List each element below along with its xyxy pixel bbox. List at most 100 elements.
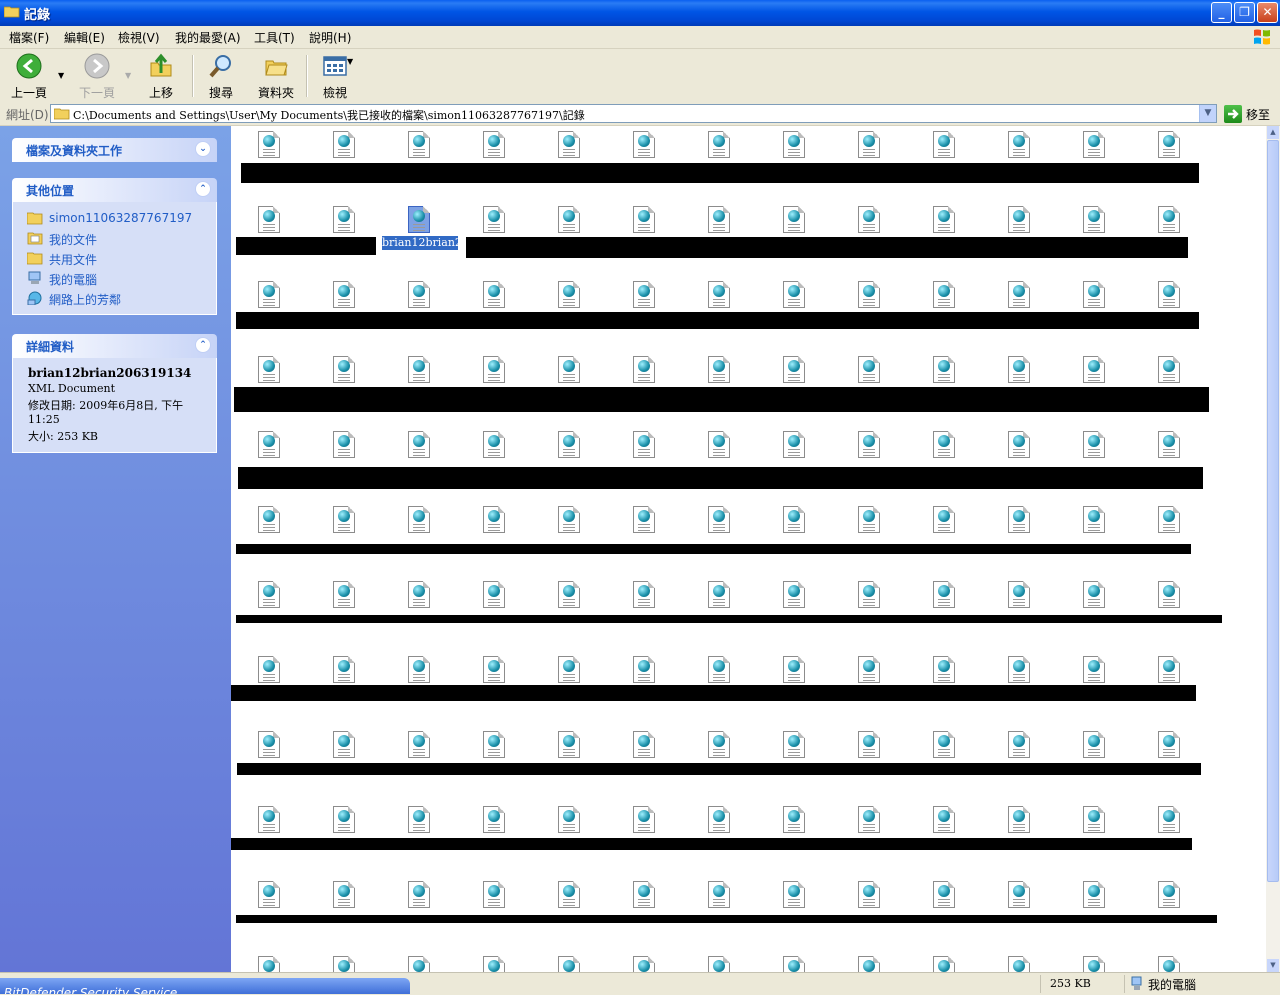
file-item[interactable] <box>240 431 300 471</box>
file-item[interactable] <box>1140 431 1200 471</box>
close-button[interactable]: ✕ <box>1257 2 1278 23</box>
xml-document-icon <box>1158 281 1180 308</box>
minimize-button[interactable]: _ <box>1211 2 1232 23</box>
search-icon <box>209 55 231 78</box>
file-item[interactable] <box>540 506 600 546</box>
forward-arrow-icon <box>84 53 110 79</box>
file-item[interactable] <box>615 506 675 546</box>
xml-document-icon <box>333 281 355 308</box>
place-item[interactable]: 共用文件 <box>27 248 216 268</box>
file-item[interactable] <box>615 956 675 972</box>
file-item[interactable] <box>240 956 300 972</box>
taskbar-notification[interactable]: BitDefender Security Service <box>0 978 410 994</box>
details-header[interactable]: 詳細資料 ⌃ <box>12 334 217 358</box>
back-dropdown-icon[interactable]: ▼ <box>58 71 64 80</box>
xml-document-icon <box>858 956 880 972</box>
scroll-down-icon[interactable]: ▼ <box>1267 959 1279 972</box>
file-item-selected[interactable]: brian12brian206319134 <box>382 206 518 250</box>
address-input[interactable]: C:\Documents and Settings\User\My Docume… <box>50 104 1217 123</box>
up-button[interactable]: 上移 <box>146 53 176 101</box>
maximize-button[interactable]: ❐ <box>1234 2 1255 23</box>
file-item[interactable] <box>690 506 750 546</box>
views-dropdown-icon[interactable]: ▼ <box>347 57 353 66</box>
file-item[interactable] <box>465 431 525 471</box>
file-item[interactable] <box>765 956 825 972</box>
file-item[interactable] <box>315 506 375 546</box>
file-item[interactable] <box>840 956 900 972</box>
xml-document-icon <box>483 356 505 383</box>
scroll-up-icon[interactable]: ▲ <box>1267 126 1279 139</box>
xml-document-icon <box>258 881 280 908</box>
go-button[interactable]: 移至 <box>1224 105 1276 123</box>
file-item[interactable] <box>840 506 900 546</box>
file-item[interactable] <box>765 431 825 471</box>
menu-file[interactable]: 檔案(F) <box>9 29 49 46</box>
xml-document-icon <box>783 131 805 158</box>
address-dropdown-icon[interactable]: ▼ <box>1199 105 1216 122</box>
file-item[interactable] <box>690 956 750 972</box>
xml-document-icon <box>258 506 280 533</box>
file-item[interactable] <box>1065 506 1125 546</box>
file-item[interactable] <box>540 956 600 972</box>
chevron-down-icon[interactable]: ⌄ <box>195 141 211 157</box>
place-item[interactable]: 我的電腦 <box>27 268 216 288</box>
file-list-view[interactable]: brian12brian206319134 <box>231 126 1266 972</box>
xml-document-icon <box>1008 281 1030 308</box>
up-folder-icon <box>150 53 172 77</box>
chevron-up-icon[interactable]: ⌃ <box>195 181 211 197</box>
file-item[interactable] <box>390 506 450 546</box>
file-item[interactable] <box>1065 956 1125 972</box>
other-places-header[interactable]: 其他位置 ⌃ <box>12 178 217 202</box>
file-item[interactable] <box>1140 956 1200 972</box>
xml-document-icon <box>783 656 805 683</box>
xml-document-icon <box>1158 206 1180 233</box>
file-item[interactable] <box>765 506 825 546</box>
xml-document-icon <box>708 131 730 158</box>
menu-favorites[interactable]: 我的最愛(A) <box>175 29 241 46</box>
forward-button[interactable]: 下一頁 <box>78 53 116 101</box>
file-item[interactable] <box>465 506 525 546</box>
file-item[interactable] <box>915 956 975 972</box>
file-item[interactable] <box>840 431 900 471</box>
menu-edit[interactable]: 編輯(E) <box>64 29 105 46</box>
menu-help[interactable]: 說明(H) <box>309 29 351 46</box>
file-item[interactable] <box>390 956 450 972</box>
xml-document-icon <box>558 431 580 458</box>
scrollbar-thumb[interactable] <box>1267 140 1279 882</box>
xml-document-icon <box>933 581 955 608</box>
place-item[interactable]: 我的文件 <box>27 228 216 248</box>
search-button[interactable]: 搜尋 <box>206 53 236 101</box>
forward-dropdown-icon[interactable]: ▼ <box>125 71 131 80</box>
up-label: 上移 <box>148 86 173 100</box>
redaction-bar <box>236 237 376 255</box>
chevron-up-icon[interactable]: ⌃ <box>195 337 211 353</box>
file-item[interactable] <box>990 956 1050 972</box>
menu-tools[interactable]: 工具(T) <box>254 29 295 46</box>
computer-icon <box>1131 976 1142 990</box>
file-item[interactable] <box>990 506 1050 546</box>
file-item[interactable] <box>315 431 375 471</box>
file-item[interactable] <box>915 506 975 546</box>
file-item[interactable] <box>240 506 300 546</box>
file-item[interactable] <box>690 431 750 471</box>
xml-document-icon <box>633 206 655 233</box>
file-item[interactable] <box>990 431 1050 471</box>
xml-document-icon <box>933 731 955 758</box>
xml-document-icon <box>933 206 955 233</box>
place-item[interactable]: simon11063287767197 <box>27 208 216 228</box>
file-item[interactable] <box>1065 431 1125 471</box>
file-item[interactable] <box>1140 506 1200 546</box>
file-item[interactable] <box>615 431 675 471</box>
vertical-scrollbar[interactable]: ▲ ▼ <box>1266 126 1280 972</box>
place-item[interactable]: 網路上的芳鄰 <box>27 288 216 308</box>
folders-button[interactable]: 資料夾 <box>256 53 296 101</box>
file-item[interactable] <box>390 431 450 471</box>
file-item[interactable] <box>540 431 600 471</box>
file-item[interactable] <box>915 431 975 471</box>
back-button[interactable]: 上一頁 <box>10 53 48 101</box>
file-tasks-header[interactable]: 檔案及資料夾工作 ⌄ <box>12 138 217 162</box>
file-item[interactable] <box>465 956 525 972</box>
file-item[interactable] <box>315 956 375 972</box>
menu-view[interactable]: 檢視(V) <box>118 29 160 46</box>
xml-document-icon <box>483 206 505 233</box>
